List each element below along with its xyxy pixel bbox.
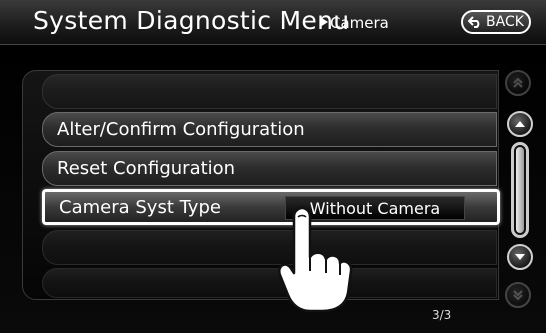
scroll-up-button[interactable] bbox=[507, 111, 533, 137]
menu-item-label: Reset Configuration bbox=[57, 158, 236, 179]
page-title: System Diagnostic Menu bbox=[33, 6, 350, 35]
menu-item-label: Camera Syst Type bbox=[59, 196, 221, 218]
menu-item-label: Alter/Confirm Configuration bbox=[57, 119, 305, 140]
scrollbar[interactable] bbox=[511, 142, 529, 238]
page-down-button[interactable] bbox=[505, 282, 531, 308]
back-button-label: BACK bbox=[486, 14, 524, 30]
page-up-icon bbox=[513, 77, 523, 88]
scrollbar-thumb[interactable] bbox=[516, 147, 524, 233]
menu-item-reset-configuration[interactable]: Reset Configuration bbox=[42, 151, 497, 186]
scroll-up-icon bbox=[515, 121, 525, 127]
breadcrumb: Camera bbox=[330, 14, 389, 32]
page-up-button[interactable] bbox=[505, 70, 531, 96]
pointing-hand-icon bbox=[278, 206, 353, 313]
back-arrow-icon bbox=[468, 16, 480, 28]
menu-item-empty-2 bbox=[42, 268, 497, 298]
menu-item-empty-top bbox=[42, 74, 497, 109]
menu-item-alter-confirm-configuration[interactable]: Alter/Confirm Configuration bbox=[42, 112, 497, 147]
menu-item-empty-1 bbox=[42, 230, 497, 265]
page-indicator: 3/3 bbox=[432, 308, 452, 322]
screen: System Diagnostic Menu Camera BACK Alter… bbox=[0, 0, 546, 333]
page-down-icon bbox=[513, 290, 523, 301]
header-bar: System Diagnostic Menu Camera BACK bbox=[0, 0, 546, 45]
scroll-down-icon bbox=[515, 254, 525, 260]
scroll-down-button[interactable] bbox=[507, 244, 533, 270]
back-button[interactable]: BACK bbox=[461, 10, 531, 34]
menu-item-camera-syst-type[interactable]: Camera Syst Type Without Camera bbox=[42, 189, 500, 225]
breadcrumb-arrow-icon bbox=[320, 17, 328, 27]
